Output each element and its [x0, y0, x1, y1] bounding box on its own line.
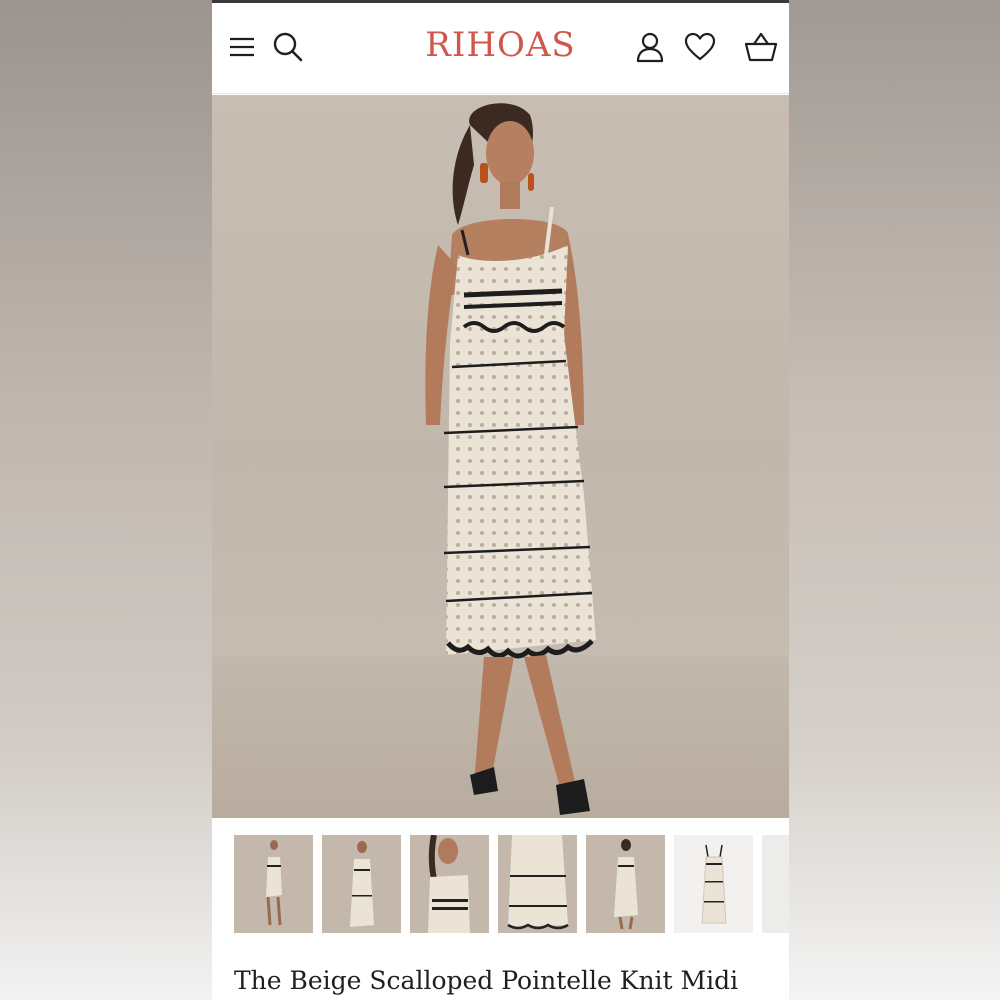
thumbnail-4[interactable]: [498, 835, 577, 933]
thumbnail-3[interactable]: [410, 835, 489, 933]
thumbnail-7[interactable]: [762, 835, 789, 933]
hamburger-icon[interactable]: [224, 29, 260, 65]
background-right: [789, 0, 1000, 1000]
brand-logo[interactable]: RIHOAS: [362, 25, 639, 65]
user-icon[interactable]: [632, 29, 668, 65]
thumbnail-gallery: [212, 818, 789, 948]
thumbnail-1[interactable]: [234, 835, 313, 933]
thumbnail-5[interactable]: [586, 835, 665, 933]
basket-icon[interactable]: [743, 29, 779, 65]
mobile-page: RIHOAS The Beige Scalloped Pointelle Kni…: [212, 0, 789, 1000]
product-main-image[interactable]: [212, 95, 789, 818]
model-photo: [212, 103, 789, 818]
background-left: [0, 0, 212, 1000]
heart-icon[interactable]: [682, 29, 718, 65]
product-title: The Beige Scalloped Pointelle Knit Midi: [234, 966, 739, 995]
thumbnail-2[interactable]: [322, 835, 401, 933]
site-header: RIHOAS: [212, 3, 789, 94]
thumbnail-6[interactable]: [674, 835, 753, 933]
search-icon[interactable]: [270, 29, 306, 65]
